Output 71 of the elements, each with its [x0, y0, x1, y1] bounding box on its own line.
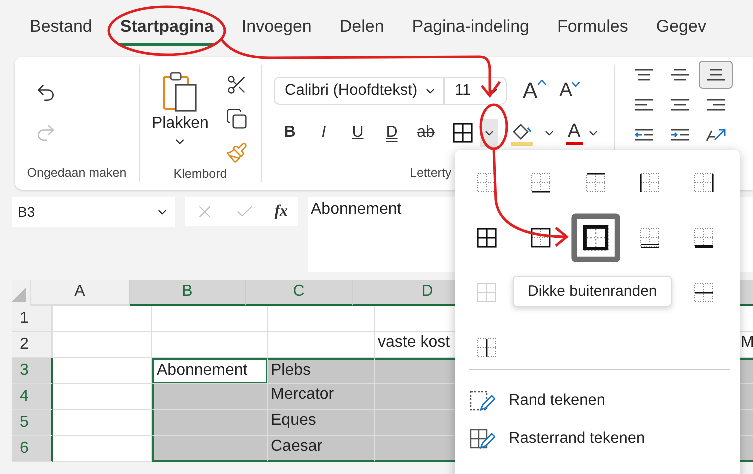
table-cell: Plebs: [268, 358, 375, 384]
font-size-field[interactable]: 11: [444, 77, 507, 105]
clipboard-icon: [162, 71, 198, 113]
border-style-icon: [692, 281, 716, 305]
row-header[interactable]: 5: [12, 410, 53, 436]
table-cell: Caesar: [268, 436, 375, 462]
border-style-icon: [692, 226, 716, 250]
undo-icon: [35, 82, 57, 104]
align-left-icon: [635, 99, 653, 111]
name-box[interactable]: B3: [12, 197, 175, 227]
column-header[interactable]: A: [31, 280, 130, 306]
align-center-icon: [671, 99, 689, 111]
annotation-ellipse: [480, 104, 508, 150]
ribbon-tab[interactable]: Gegev: [656, 11, 706, 46]
border-style-icon: [475, 226, 499, 250]
corner-triangle-icon: [12, 288, 26, 302]
column-header[interactable]: C: [246, 280, 353, 306]
border-style-icon: [451, 121, 475, 145]
align-right-icon: [707, 99, 725, 111]
table-cell: Abonnement: [152, 358, 268, 384]
ribbon-tab[interactable]: Pagina-indeling: [412, 11, 530, 46]
font-color-button[interactable]: A: [566, 122, 583, 144]
font-name-field[interactable]: Calibri (Hoofdtekst): [274, 77, 444, 105]
border-style-icon: [638, 171, 662, 195]
border-style-icon: [638, 226, 662, 250]
menu-item[interactable]: Rand tekenen: [469, 382, 606, 420]
row-header[interactable]: 2: [12, 332, 53, 358]
ribbon-tab[interactable]: Startpagina: [120, 11, 214, 46]
border-option[interactable]: [571, 214, 620, 262]
group-label: Letterty: [409, 166, 453, 182]
align-middle-icon: [671, 69, 689, 81]
format-button[interactable]: I: [308, 119, 340, 147]
format-button[interactable]: B: [274, 119, 306, 147]
row-header[interactable]: 1: [12, 306, 53, 332]
ribbon-tab[interactable]: Formules: [558, 11, 628, 46]
shrink-font-button[interactable]: A: [556, 80, 584, 102]
table-cell: Eques: [268, 410, 375, 436]
ribbon-tab[interactable]: Bestand: [30, 11, 92, 46]
grow-font-button[interactable]: A: [519, 78, 550, 104]
indent-increase-icon: [671, 129, 689, 141]
menu-item[interactable]: Rasterrand tekenen: [469, 420, 646, 458]
border-style-icon: [475, 281, 499, 305]
border-style-icon: [692, 171, 716, 195]
format-button[interactable]: ab: [410, 119, 442, 147]
row-header[interactable]: 4: [12, 384, 53, 410]
row-header[interactable]: 3: [12, 358, 53, 384]
border-style-icon: [529, 171, 554, 195]
align-bottom-icon: [707, 69, 725, 81]
caret-down-icon: [572, 82, 580, 87]
insert-function-button[interactable]: fx: [274, 202, 288, 220]
border-style-icon: [475, 336, 499, 360]
border-style-icon: [584, 171, 608, 195]
format-button[interactable]: D: [376, 119, 408, 147]
format-button[interactable]: U: [342, 119, 374, 147]
paste-button[interactable]: Plakken: [152, 71, 209, 167]
indent-decrease-icon: [635, 129, 653, 141]
column-header[interactable]: B: [130, 280, 246, 306]
align-top-icon: [635, 69, 653, 81]
redo-icon: [35, 122, 57, 144]
caret-up-icon: [538, 80, 546, 85]
text-angle-icon: [707, 129, 725, 141]
border-style-icon: [475, 171, 499, 195]
row-header[interactable]: 6: [12, 436, 53, 462]
group-label: Ongedaan maken: [26, 166, 128, 182]
border-style-icon: [529, 226, 554, 250]
alignment-button[interactable]: [699, 61, 733, 89]
group-label: Klembord: [172, 167, 228, 183]
tooltip: Dikke buitenranden: [513, 276, 672, 307]
table-cell: Mercator: [268, 384, 375, 410]
ribbon-tab[interactable]: Delen: [340, 11, 384, 46]
ribbon-tab[interactable]: Invoegen: [242, 11, 312, 46]
